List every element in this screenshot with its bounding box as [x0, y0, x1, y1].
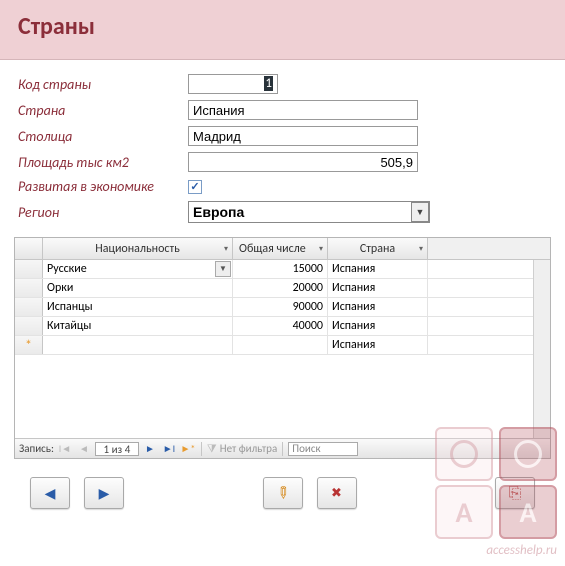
cell-country[interactable]: Испания [328, 298, 428, 316]
form-header: Страны [0, 0, 565, 60]
nav-search[interactable]: Поиск [288, 442, 358, 456]
button-bar: ◀ ▶ ✎ ✖ ⎘ [0, 459, 565, 527]
row-selector[interactable] [15, 317, 43, 335]
cell-population[interactable]: 90000 [233, 298, 328, 316]
cell-country[interactable]: Испания [328, 317, 428, 335]
arrow-left-icon: ◀ [45, 485, 56, 502]
exit-icon: ⎘ [509, 484, 522, 503]
edit-button[interactable]: ✎ [263, 477, 303, 509]
filter-indicator[interactable]: ⧩ Нет фильтра [207, 442, 277, 456]
chevron-down-icon[interactable]: ▾ [419, 244, 423, 254]
chevron-down-icon[interactable]: ▾ [319, 244, 323, 254]
row-selector-header[interactable] [15, 238, 43, 259]
table-row: Орки 20000 Испания [15, 279, 550, 298]
row-selector[interactable] [15, 279, 43, 297]
subform-grid: Национальность▾ Общая числе▾ Страна▾ Рус… [14, 237, 551, 459]
field-region[interactable] [188, 201, 430, 223]
nav-new-icon[interactable]: ►* [180, 441, 196, 457]
nav-first-icon[interactable]: I◄ [57, 441, 73, 457]
cell-population[interactable] [233, 336, 328, 354]
delete-icon: ✖ [331, 486, 342, 501]
cell-nationality[interactable]: Китайцы [43, 317, 233, 335]
cell-population[interactable]: 15000 [233, 260, 328, 278]
cell-country[interactable]: Испания [328, 260, 428, 278]
vertical-scrollbar[interactable] [533, 260, 550, 438]
watermark-text: accesshelp.ru [486, 543, 557, 558]
funnel-icon: ⧩ [207, 442, 217, 456]
field-country[interactable] [188, 100, 418, 120]
table-row: Испанцы 90000 Испания [15, 298, 550, 317]
chevron-down-icon[interactable]: ▾ [224, 244, 228, 254]
label-capital: Столица [18, 128, 188, 145]
prev-record-button[interactable]: ◀ [30, 477, 70, 509]
col-country[interactable]: Страна▾ [328, 238, 428, 259]
checkbox-developed[interactable]: ✓ [188, 180, 202, 194]
cell-nationality[interactable]: Орки [43, 279, 233, 297]
label-code: Код страны [18, 76, 188, 93]
grid-body: Русские▼ 15000 Испания Орки 20000 Испани… [15, 260, 550, 438]
arrow-right-icon: ▶ [99, 485, 110, 502]
chevron-down-icon[interactable]: ▼ [215, 261, 231, 277]
grid-header: Национальность▾ Общая числе▾ Страна▾ [15, 238, 550, 260]
label-area: Площадь тыс км2 [18, 154, 188, 171]
page-title: Страны [18, 12, 547, 41]
table-new-row: Испания [15, 336, 550, 355]
label-region: Регион [18, 204, 188, 221]
label-country: Страна [18, 102, 188, 119]
form-area: Код страны 1 Страна Столица Площадь тыс … [0, 60, 565, 233]
col-population[interactable]: Общая числе▾ [233, 238, 328, 259]
nav-record-label: Запись: [19, 442, 54, 455]
pencil-icon: ✎ [271, 481, 295, 505]
nav-prev-icon[interactable]: ◄ [76, 441, 92, 457]
close-button[interactable]: ⎘ [495, 477, 535, 509]
field-area[interactable] [188, 152, 418, 172]
table-row: Китайцы 40000 Испания [15, 317, 550, 336]
cell-population[interactable]: 20000 [233, 279, 328, 297]
cell-country[interactable]: Испания [328, 336, 428, 354]
cell-nationality[interactable]: Испанцы [43, 298, 233, 316]
field-capital[interactable] [188, 126, 418, 146]
label-developed: Развитая в экономике [18, 178, 188, 195]
cell-nationality[interactable] [43, 336, 233, 354]
table-row: Русские▼ 15000 Испания [15, 260, 550, 279]
cell-population[interactable]: 40000 [233, 317, 328, 335]
row-selector[interactable] [15, 260, 43, 278]
cell-country[interactable]: Испания [328, 279, 428, 297]
record-navigator: Запись: I◄ ◄ 1 из 4 ► ►I ►* ⧩ Нет фильтр… [15, 438, 550, 458]
region-dropdown-icon[interactable]: ▼ [411, 202, 429, 222]
nav-next-icon[interactable]: ► [142, 441, 158, 457]
nav-last-icon[interactable]: ►I [161, 441, 177, 457]
next-record-button[interactable]: ▶ [84, 477, 124, 509]
new-row-marker[interactable] [15, 336, 43, 354]
col-nationality[interactable]: Национальность▾ [43, 238, 233, 259]
nav-position[interactable]: 1 из 4 [95, 442, 139, 456]
delete-button[interactable]: ✖ [317, 477, 357, 509]
cell-nationality[interactable]: Русские▼ [43, 260, 233, 278]
row-selector[interactable] [15, 298, 43, 316]
field-code[interactable]: 1 [188, 74, 278, 94]
